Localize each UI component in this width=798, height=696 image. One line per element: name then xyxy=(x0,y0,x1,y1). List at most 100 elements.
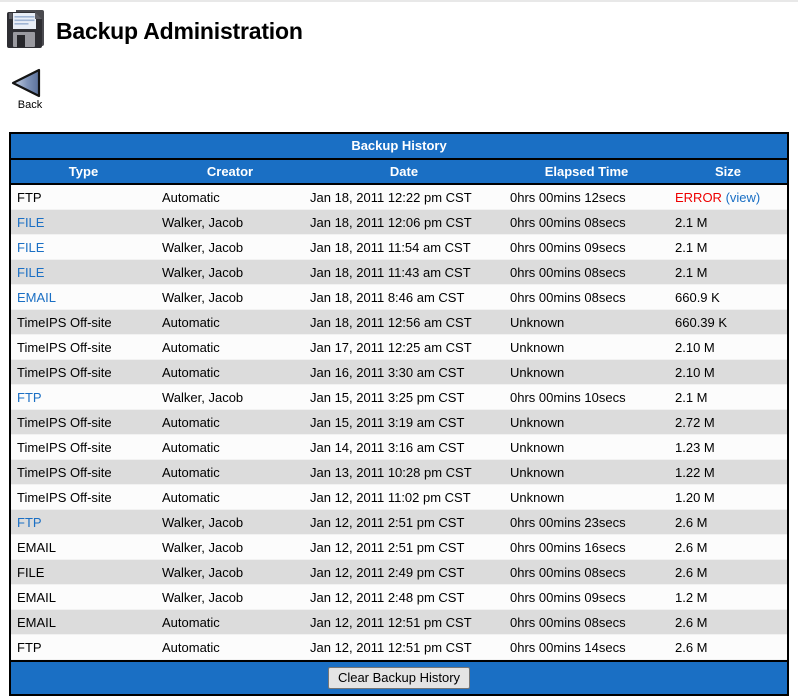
cell-creator: Automatic xyxy=(156,359,304,385)
cell-date: Jan 12, 2011 2:51 pm CST xyxy=(304,509,504,535)
cell-size: 2.6 M xyxy=(669,559,787,585)
table-row: FILE Walker, Jacob Jan 18, 2011 11:43 am C… xyxy=(11,259,787,285)
column-header-size[interactable]: Size xyxy=(669,160,787,185)
cell-date: Jan 12, 2011 12:51 pm CST xyxy=(304,609,504,635)
cell-elapsed-time: Unknown xyxy=(504,409,669,435)
page-title: Backup Administration xyxy=(56,17,303,44)
cell-elapsed-time: 0hrs 00mins 08secs xyxy=(504,259,669,285)
table-row: FILE Walker, Jacob Jan 18, 2011 11:54 am C… xyxy=(11,234,787,260)
view-error-link[interactable]: (view) xyxy=(726,190,761,205)
cell-date: Jan 15, 2011 3:19 am CST xyxy=(304,409,504,435)
cell-elapsed-time: 0hrs 00mins 08secs xyxy=(504,559,669,585)
cell-elapsed-time: 0hrs 00mins 12secs xyxy=(504,184,669,210)
cell-creator: Automatic xyxy=(156,609,304,635)
cell-size: 2.72 M xyxy=(669,409,787,435)
cell-creator: Walker, Jacob xyxy=(156,234,304,260)
cell-date: Jan 18, 2011 8:46 am CST xyxy=(304,284,504,310)
cell-creator: Automatic xyxy=(156,184,304,210)
cell-elapsed-time: 0hrs 00mins 14secs xyxy=(504,634,669,660)
cell-date: Jan 13, 2011 10:28 pm CST xyxy=(304,459,504,485)
table-row: TimeIPS Off-site Automatic Jan 12, 2011 11… xyxy=(11,484,787,510)
back-button-label: Back xyxy=(17,99,43,111)
panel-footer: Clear Backup History xyxy=(11,660,787,694)
clear-backup-history-button[interactable]: Clear Backup History xyxy=(327,667,471,689)
top-divider xyxy=(0,0,798,2)
cell-size: 1.20 M xyxy=(669,484,787,510)
cell-elapsed-time: Unknown xyxy=(504,334,669,360)
cell-date: Jan 18, 2011 12:56 am CST xyxy=(304,309,504,335)
cell-size: 2.1 M xyxy=(669,209,787,235)
cell-creator: Walker, Jacob xyxy=(156,559,304,585)
cell-size: 2.6 M xyxy=(669,609,787,635)
cell-elapsed-time: 0hrs 00mins 08secs xyxy=(504,284,669,310)
cell-size[interactable]: ERROR (view) xyxy=(669,184,787,210)
cell-type[interactable]: EMAIL xyxy=(11,284,156,310)
cell-creator: Walker, Jacob xyxy=(156,259,304,285)
floppy-disk-icon xyxy=(4,8,48,54)
cell-type: EMAIL xyxy=(11,534,156,560)
cell-creator: Automatic xyxy=(156,334,304,360)
cell-elapsed-time: Unknown xyxy=(504,359,669,385)
table-row: TimeIPS Off-site Automatic Jan 14, 2011 3:… xyxy=(11,434,787,460)
cell-creator: Walker, Jacob xyxy=(156,584,304,610)
cell-elapsed-time: Unknown xyxy=(504,484,669,510)
page-header: Backup Administration xyxy=(4,6,303,56)
cell-creator: Walker, Jacob xyxy=(156,534,304,560)
table-row: FTP Automatic Jan 12, 2011 12:51 pm CST 0hr… xyxy=(11,634,787,660)
cell-creator: Walker, Jacob xyxy=(156,384,304,410)
cell-size: 2.10 M xyxy=(669,334,787,360)
cell-creator: Walker, Jacob xyxy=(156,284,304,310)
cell-type[interactable]: FTP xyxy=(11,384,156,410)
cell-elapsed-time: 0hrs 00mins 08secs xyxy=(504,209,669,235)
cell-creator: Automatic xyxy=(156,434,304,460)
column-header-date[interactable]: Date xyxy=(304,160,504,185)
column-header-elapsed[interactable]: Elapsed Time xyxy=(504,160,669,185)
cell-type: TimeIPS Off-site xyxy=(11,484,156,510)
table-row: TimeIPS Off-site Automatic Jan 13, 2011 10… xyxy=(11,459,787,485)
cell-type: TimeIPS Off-site xyxy=(11,359,156,385)
table-row: FILE Walker, Jacob Jan 12, 2011 2:49 pm CS… xyxy=(11,559,787,585)
backup-history-table: Type Creator Date Elapsed Time Size FTP A… xyxy=(11,160,787,660)
cell-creator: Walker, Jacob xyxy=(156,209,304,235)
column-header-creator[interactable]: Creator xyxy=(156,160,304,185)
cell-type[interactable]: FILE xyxy=(11,209,156,235)
cell-elapsed-time: 0hrs 00mins 09secs xyxy=(504,234,669,260)
cell-size: 1.22 M xyxy=(669,459,787,485)
cell-date: Jan 12, 2011 11:02 pm CST xyxy=(304,484,504,510)
table-row: FTP Automatic Jan 18, 2011 12:22 pm CST 0hr… xyxy=(11,184,787,210)
cell-type: TimeIPS Off-site xyxy=(11,459,156,485)
cell-type[interactable]: FILE xyxy=(11,259,156,285)
cell-creator: Automatic xyxy=(156,459,304,485)
error-label: ERROR xyxy=(675,189,722,205)
cell-date: Jan 12, 2011 2:51 pm CST xyxy=(304,534,504,560)
back-arrow-icon xyxy=(8,68,52,98)
cell-creator: Automatic xyxy=(156,409,304,435)
cell-elapsed-time: 0hrs 00mins 16secs xyxy=(504,534,669,560)
cell-size: 2.6 M xyxy=(669,509,787,535)
cell-creator: Automatic xyxy=(156,634,304,660)
cell-date: Jan 17, 2011 12:25 am CST xyxy=(304,334,504,360)
cell-date: Jan 12, 2011 2:49 pm CST xyxy=(304,559,504,585)
cell-date: Jan 18, 2011 11:54 am CST xyxy=(304,234,504,260)
table-row: FTP Walker, Jacob Jan 12, 2011 2:51 pm CST… xyxy=(11,509,787,535)
cell-size: 660.9 K xyxy=(669,284,787,310)
cell-type: TimeIPS Off-site xyxy=(11,334,156,360)
column-header-type[interactable]: Type xyxy=(11,160,156,185)
table-row: EMAIL Walker, Jacob Jan 12, 2011 2:51 pm C… xyxy=(11,534,787,560)
table-row: TimeIPS Off-site Automatic Jan 15, 2011 3:… xyxy=(11,409,787,435)
cell-type[interactable]: FILE xyxy=(11,234,156,260)
cell-type: TimeIPS Off-site xyxy=(11,434,156,460)
backup-history-panel: Backup History Type Creator Date Elapsed… xyxy=(9,132,789,696)
cell-type[interactable]: FTP xyxy=(11,509,156,535)
cell-size: 660.39 K xyxy=(669,309,787,335)
table-row: TimeIPS Off-site Automatic Jan 17, 2011 12… xyxy=(11,334,787,360)
cell-size: 2.1 M xyxy=(669,234,787,260)
cell-date: Jan 18, 2011 12:06 pm CST xyxy=(304,209,504,235)
cell-size: 2.1 M xyxy=(669,384,787,410)
cell-date: Jan 12, 2011 2:48 pm CST xyxy=(304,584,504,610)
cell-type: FILE xyxy=(11,559,156,585)
cell-size: 2.6 M xyxy=(669,634,787,660)
cell-elapsed-time: Unknown xyxy=(504,434,669,460)
back-button[interactable]: Back xyxy=(8,68,52,111)
cell-date: Jan 14, 2011 3:16 am CST xyxy=(304,434,504,460)
